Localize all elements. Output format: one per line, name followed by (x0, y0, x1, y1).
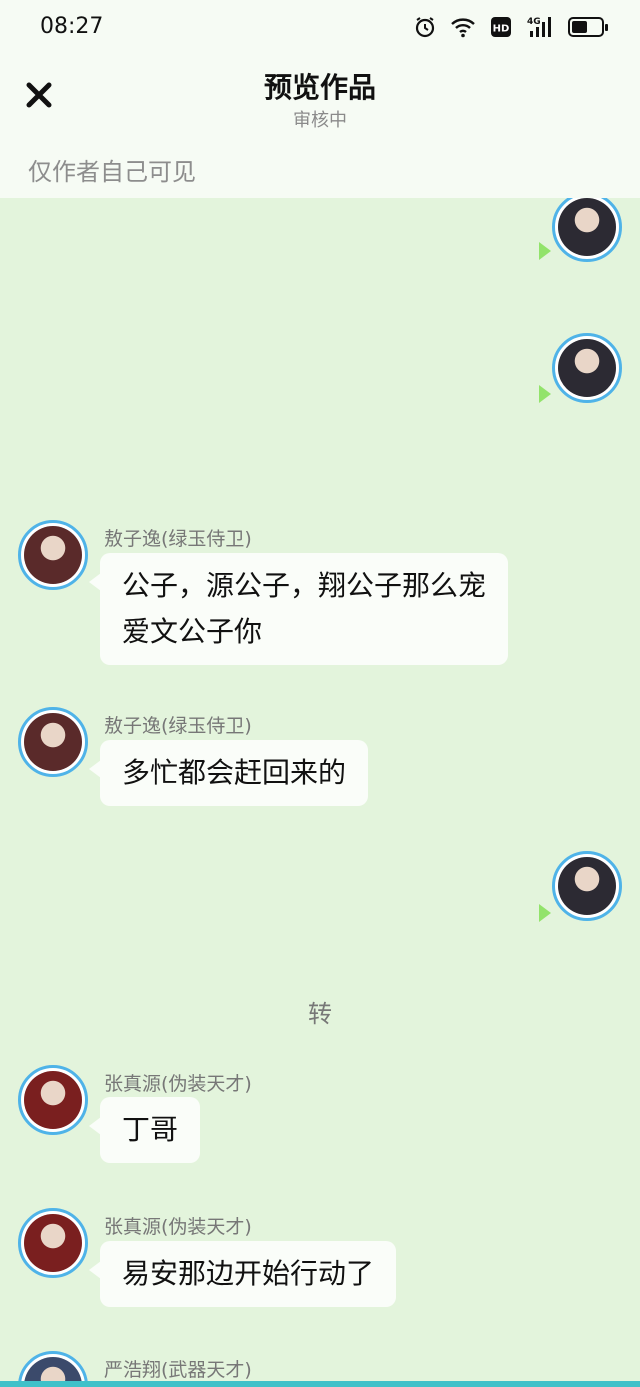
battery-icon (568, 17, 608, 37)
chat-preview-screen: 08:27 HD 4G 预览作品 审核中 仅作者自己可见 敖子逸(绿玉侍卫) 公… (0, 0, 640, 1387)
avatar-image (24, 1214, 82, 1272)
message-text-line: 多忙都会赶回来的 (122, 756, 347, 789)
avatar-image (558, 339, 616, 397)
bottom-accent-line (0, 1381, 640, 1387)
message-text-line: 公子，源公子，翔公子那么宠 (122, 569, 487, 602)
bubble-tail (539, 904, 551, 922)
status-icons: HD 4G (412, 14, 608, 40)
bubble-tail (539, 385, 551, 403)
avatar[interactable] (18, 520, 88, 590)
bubble-tail (89, 760, 101, 778)
avatar[interactable] (18, 1065, 88, 1135)
sender-name: 严浩翔(武器天才) (104, 1359, 252, 1381)
bubble-tail (539, 242, 551, 260)
sender-name: 敖子逸(绿玉侍卫) (104, 715, 252, 737)
avatar-image (24, 1071, 82, 1129)
bubble-tail (89, 573, 101, 591)
hd-icon: HD (488, 14, 514, 40)
bubble-tail (89, 1117, 101, 1135)
avatar[interactable] (18, 707, 88, 777)
battery-level (572, 21, 588, 33)
svg-text:4G: 4G (527, 17, 541, 27)
message-bubble[interactable]: 丁哥 (100, 1097, 201, 1163)
alarm-icon (412, 14, 438, 40)
message-bubble[interactable]: 易安那边开始行动了 (100, 1241, 397, 1307)
avatar[interactable] (18, 1208, 88, 1278)
message-text-line: 丁哥 (122, 1113, 179, 1146)
sender-name: 张真源(伪装天才) (104, 1216, 252, 1238)
message-text-line: 易安那边开始行动了 (122, 1257, 375, 1290)
message-bubble[interactable]: 公子，源公子，翔公子那么宠 爱文公子你 (100, 553, 509, 665)
avatar[interactable] (552, 192, 622, 262)
status-bar: 08:27 HD 4G (0, 0, 640, 56)
message-text-line: 爱文公子你 (122, 615, 263, 648)
sender-name: 张真源(伪装天才) (104, 1073, 252, 1095)
visibility-note: 仅作者自己可见 (28, 158, 196, 186)
top-bar: 08:27 HD 4G 预览作品 审核中 仅作者自己可见 (0, 0, 640, 198)
signal-4g-icon: 4G (526, 14, 556, 40)
avatar[interactable] (552, 333, 622, 403)
page-title: 预览作品 (263, 71, 376, 104)
bubble-tail (89, 1261, 101, 1279)
avatar-image (558, 857, 616, 915)
svg-text:HD: HD (493, 24, 510, 35)
avatar-image (24, 526, 82, 584)
avatar-image (558, 198, 616, 256)
status-time: 08:27 (40, 14, 104, 39)
wifi-icon (450, 14, 476, 40)
message-bubble[interactable]: 多忙都会赶回来的 (100, 740, 369, 806)
scene-divider: 转 (308, 1000, 332, 1028)
review-status: 审核中 (293, 110, 347, 131)
sender-name: 敖子逸(绿玉侍卫) (104, 528, 252, 550)
avatar-image (24, 713, 82, 771)
avatar[interactable] (552, 851, 622, 921)
